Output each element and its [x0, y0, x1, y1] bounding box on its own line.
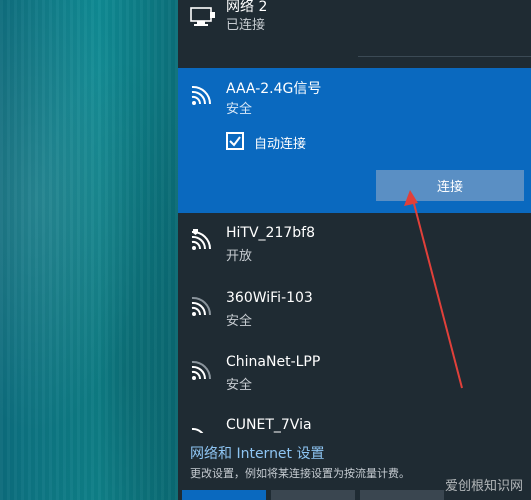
network-name: HiTV_217bf8 — [226, 225, 315, 241]
network-item-ethernet[interactable]: 网络 2 已连接 — [178, 0, 531, 68]
wifi-icon — [191, 85, 212, 105]
network-name: ChinaNet-LPP — [226, 354, 321, 370]
connect-button[interactable]: 连接 — [376, 170, 524, 201]
network-item-cunet[interactable]: CUNET_7Via — [178, 403, 531, 433]
mobile-hotspot-button[interactable] — [360, 490, 444, 500]
network-status: 安全 — [226, 314, 253, 329]
wifi-icon — [191, 427, 204, 433]
watermark: 爱创根知识网 — [444, 479, 523, 494]
scrollbar[interactable] — [525, 0, 531, 440]
network-status: 安全 — [226, 378, 253, 393]
network-item-selected[interactable]: AAA-2.4G信号 安全 自动连接 连接 — [178, 68, 531, 213]
desktop-wallpaper — [0, 0, 178, 500]
checkmark-icon — [229, 136, 241, 147]
wifi-icon — [191, 296, 212, 316]
network-status: 开放 — [226, 249, 253, 264]
network-name: AAA-2.4G信号 — [226, 81, 322, 97]
network-item-360wifi[interactable]: 360WiFi-103 安全 — [178, 275, 531, 339]
wifi-icon — [191, 360, 212, 380]
network-name: 360WiFi-103 — [226, 290, 313, 306]
ethernet-icon — [190, 7, 215, 26]
network-status: 安全 — [226, 102, 253, 117]
network-item-hitv[interactable]: HiTV_217bf8 开放 — [178, 213, 531, 275]
network-status: 已连接 — [226, 18, 266, 33]
network-name: CUNET_7Via — [226, 417, 312, 433]
settings-description: 更改设置，例如将某连接设置为按流量计费。 — [190, 467, 410, 480]
wifi-shield-icon — [191, 229, 212, 250]
network-item-chinanet[interactable]: ChinaNet-LPP 安全 — [178, 339, 531, 403]
airplane-mode-button[interactable] — [271, 490, 355, 500]
divider — [358, 56, 531, 57]
auto-connect-checkbox[interactable] — [226, 132, 244, 150]
wifi-toggle-button[interactable] — [182, 490, 266, 500]
network-flyout: 网络 2 已连接 AAA-2.4G信号 安全 自动连接 连接 HiTV_217b… — [178, 0, 531, 500]
auto-connect-label: 自动连接 — [254, 137, 307, 152]
network-settings-link[interactable]: 网络和 Internet 设置 — [190, 443, 325, 463]
